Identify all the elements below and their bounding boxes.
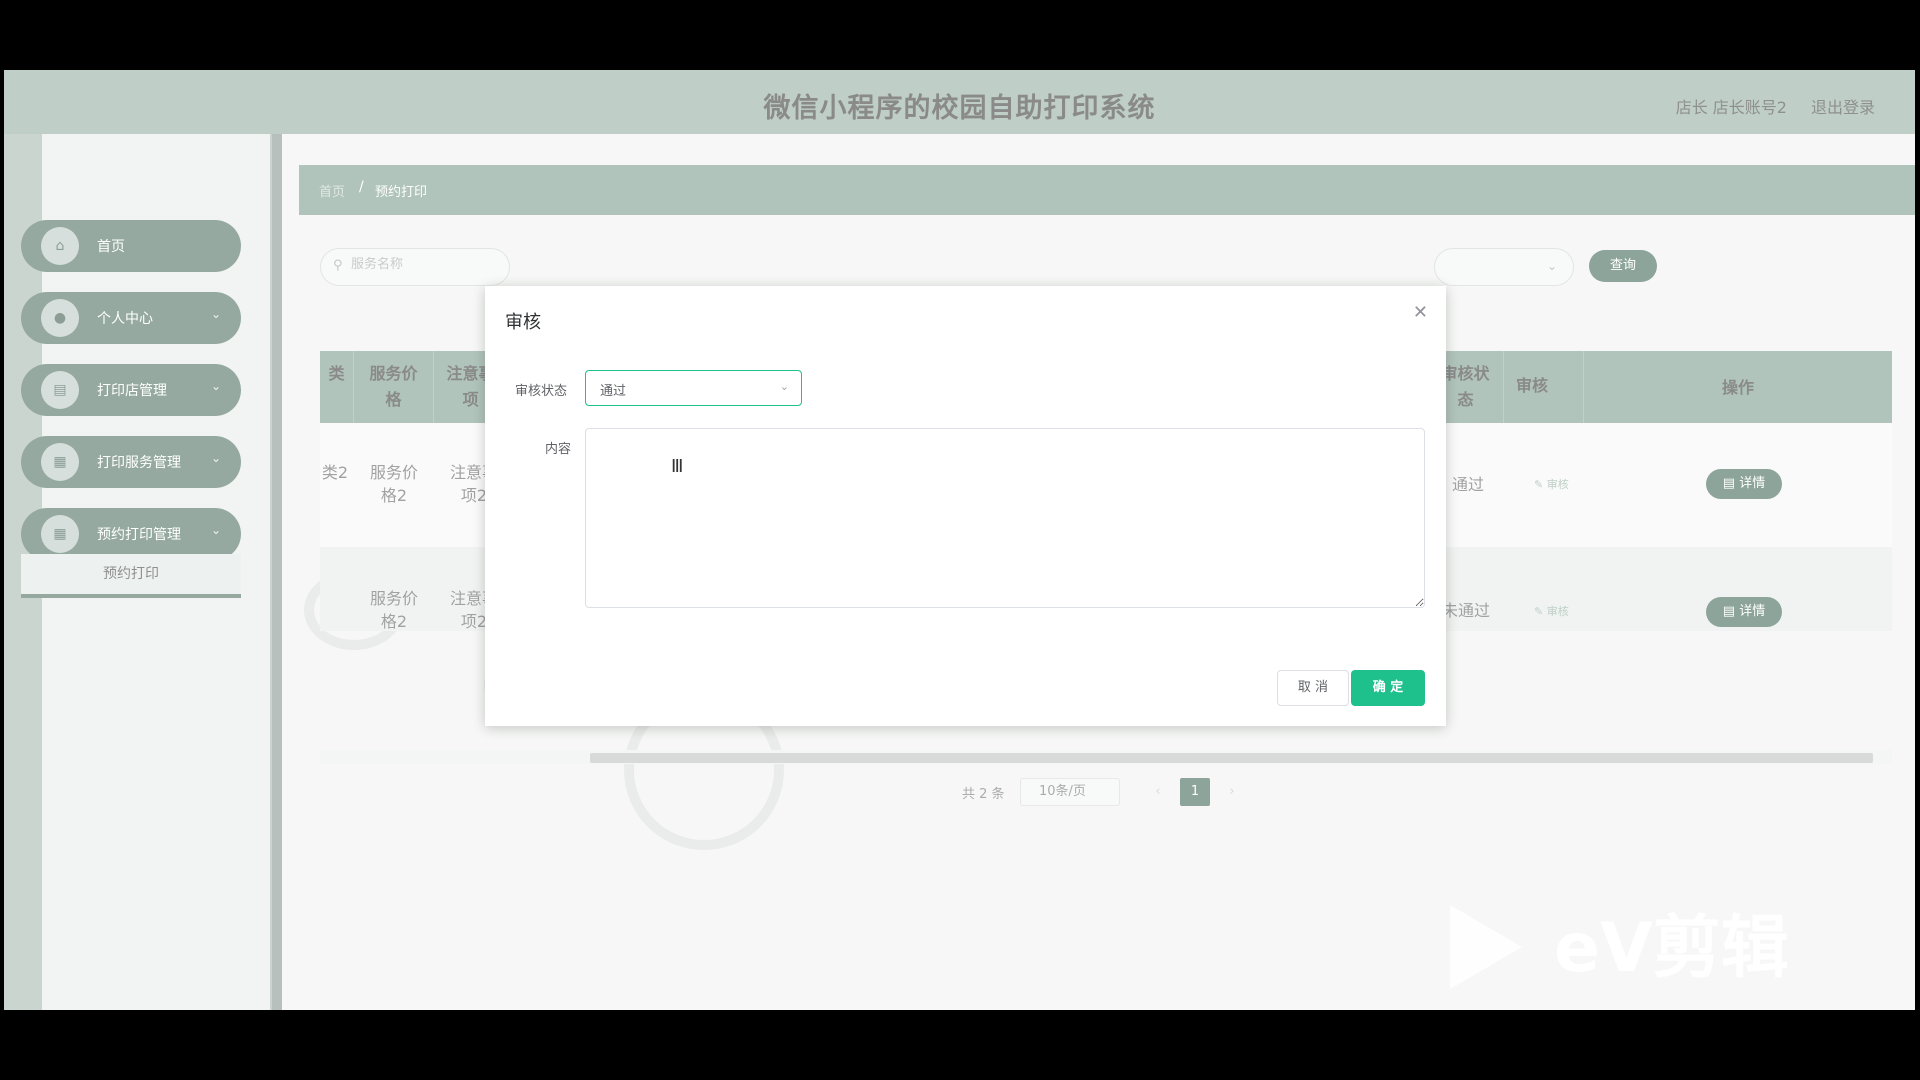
chevron-down-icon: ⌄ (779, 380, 789, 393)
content-textarea[interactable] (585, 428, 1425, 608)
status-label: 审核状态 (515, 384, 568, 399)
status-dropdown[interactable]: 通过 ⌄ (585, 370, 802, 406)
watermark-text: eV剪辑 (1554, 909, 1789, 988)
confirm-button[interactable]: 确 定 (1351, 670, 1425, 706)
text-cursor-icon: Ⅲ (671, 456, 684, 477)
cancel-button[interactable]: 取 消 (1277, 670, 1349, 706)
audit-dialog: 审核 ✕ 审核状态 通过 ⌄ 内容 Ⅲ 取 消 确 定 (485, 286, 1446, 726)
play-icon (1450, 905, 1522, 989)
status-value: 通过 (600, 384, 627, 399)
close-icon[interactable]: ✕ (1413, 302, 1428, 323)
dialog-title: 审核 (505, 312, 541, 333)
content-label: 内容 (545, 442, 572, 457)
app-window: 微信小程序的校园自助打印系统 店长 店长账号2 退出登录 ⌂ 首页 ● 个人中心… (4, 70, 1915, 1010)
watermark: eV剪辑 (1450, 905, 1830, 995)
screen: 微信小程序的校园自助打印系统 店长 店长账号2 退出登录 ⌂ 首页 ● 个人中心… (0, 0, 1920, 1080)
